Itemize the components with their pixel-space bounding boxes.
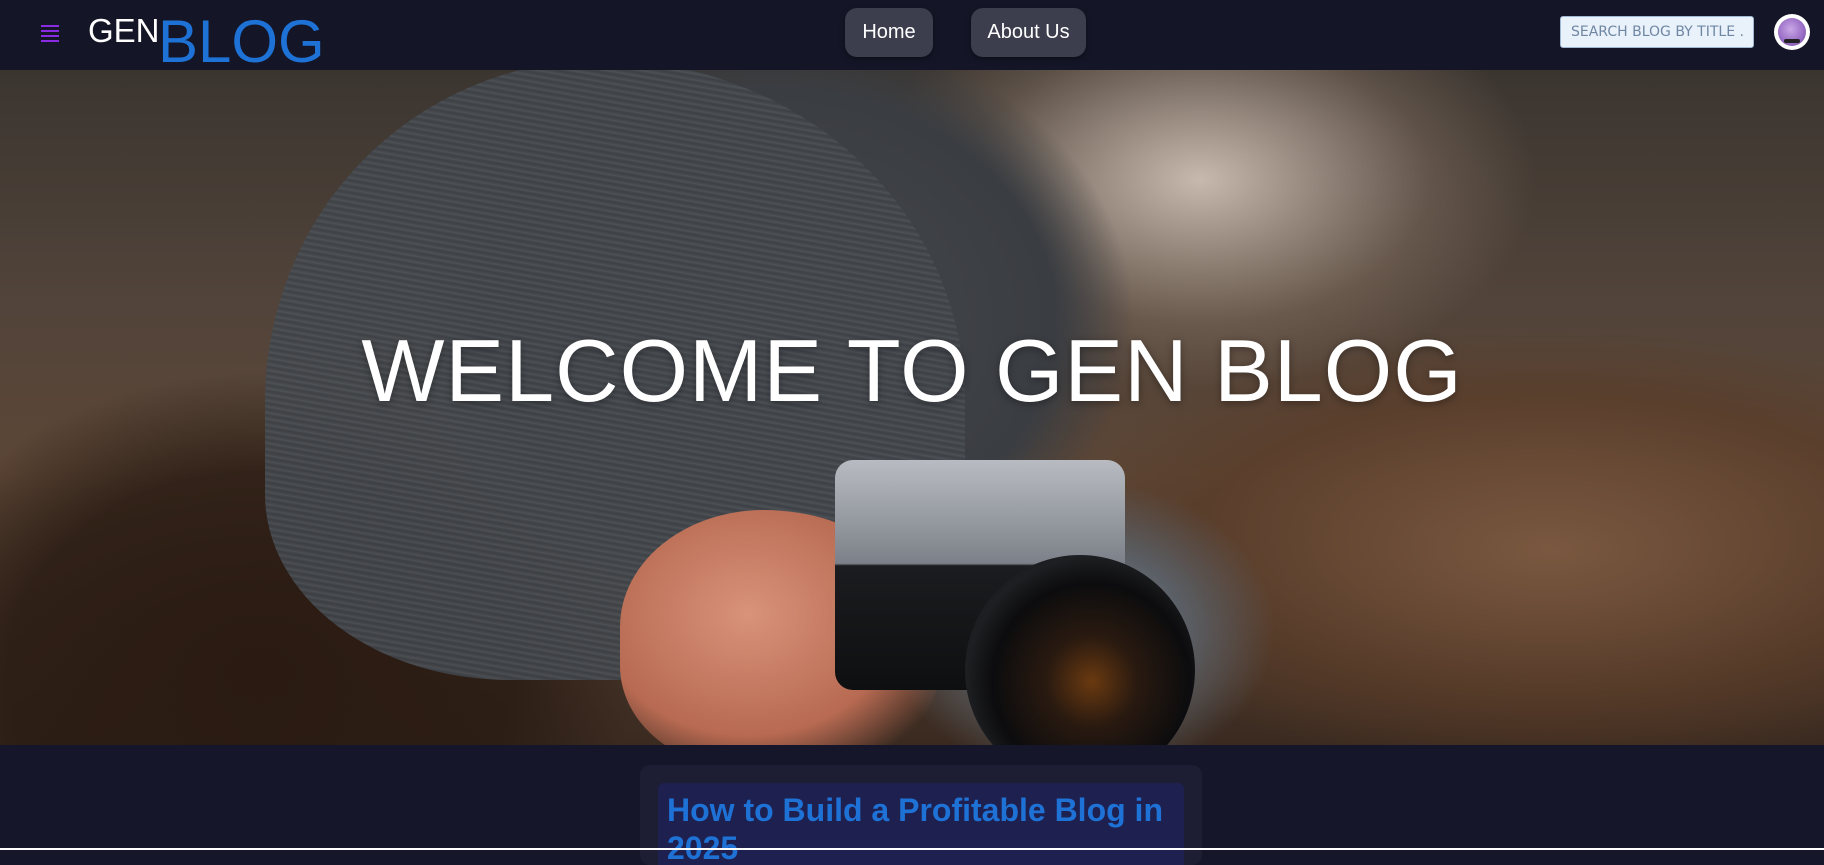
nav-home-button[interactable]: Home (845, 8, 933, 57)
nav-about-us-button[interactable]: About Us (971, 8, 1086, 57)
logo-text-gen: GEN (88, 12, 160, 49)
user-avatar[interactable] (1774, 14, 1810, 50)
logo-text-blog: BLOG (158, 8, 325, 75)
post-card: How to Build a Profitable Blog in 2025 (640, 765, 1202, 865)
avatar-image (1778, 18, 1806, 46)
hero-title: WELCOME TO GEN BLOG (361, 321, 1463, 420)
hero-banner: WELCOME TO GEN BLOG (0, 70, 1824, 745)
post-title: How to Build a Profitable Blog in 2025 (667, 792, 1163, 865)
hamburger-menu-icon[interactable] (38, 22, 62, 44)
top-navbar: GEN BLOG Home About Us (0, 0, 1824, 75)
posts-section: How to Build a Profitable Blog in 2025 (0, 745, 1824, 865)
post-title-link[interactable]: How to Build a Profitable Blog in 2025 (658, 783, 1184, 865)
search-blog-input[interactable] (1560, 16, 1754, 48)
